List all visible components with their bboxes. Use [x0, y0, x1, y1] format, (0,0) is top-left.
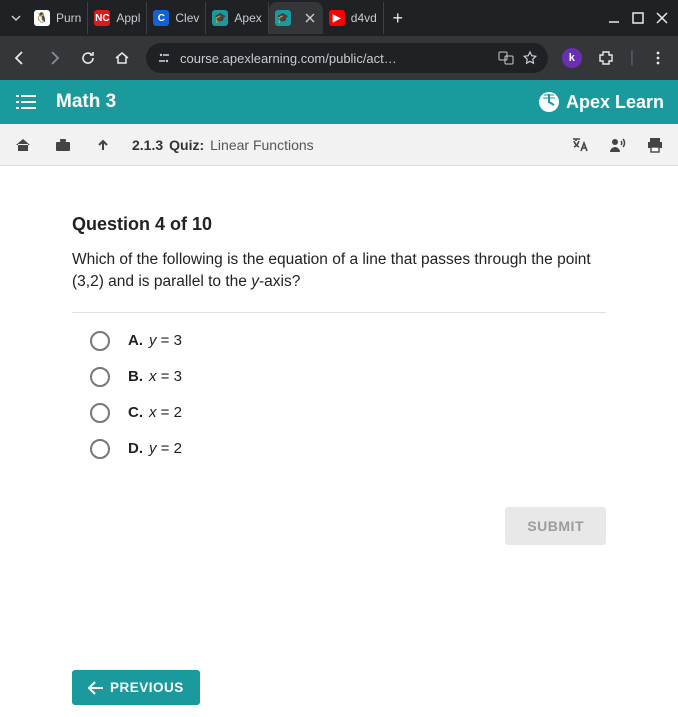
tab-title: Purn: [56, 11, 81, 25]
question-prompt: Which of the following is the equation o…: [72, 249, 606, 294]
course-home-icon[interactable]: [12, 134, 34, 156]
crumb-kind: Quiz:: [169, 137, 204, 153]
crumb-title: Linear Functions: [210, 137, 314, 153]
brand-text: Apex Learn: [566, 92, 664, 113]
back-icon[interactable]: [10, 48, 30, 68]
radio-icon[interactable]: [90, 367, 110, 387]
briefcase-icon[interactable]: [52, 134, 74, 156]
close-icon[interactable]: [303, 11, 317, 25]
extensions-menu-icon[interactable]: [596, 48, 616, 68]
window-close-icon[interactable]: [656, 12, 668, 24]
maximize-icon[interactable]: [632, 12, 644, 24]
tab-title: Apex: [234, 11, 261, 25]
reload-icon[interactable]: [78, 48, 98, 68]
answer-option[interactable]: D. y = 2: [90, 439, 606, 459]
answer-option[interactable]: A. y = 3: [90, 331, 606, 351]
browser-tab[interactable]: NC Appl: [88, 2, 147, 34]
browser-tab[interactable]: 🐧 Purn: [28, 2, 88, 34]
browser-tab-active[interactable]: 🎓: [269, 2, 323, 34]
tab-favicon: ▶: [329, 10, 345, 26]
course-title: Math 3: [56, 91, 116, 113]
tab-search-dropdown[interactable]: [4, 6, 28, 30]
apex-brand: Apex Learn: [538, 91, 664, 113]
up-level-icon[interactable]: [92, 134, 114, 156]
answer-options: A. y = 3 B. x = 3 C. x = 2 D. y = 2: [72, 331, 606, 459]
print-icon[interactable]: [644, 134, 666, 156]
translate-icon[interactable]: [498, 50, 514, 66]
submit-button[interactable]: SUBMIT: [505, 507, 606, 545]
browser-tab[interactable]: C Clev: [147, 2, 206, 34]
arrow-left-icon: [88, 681, 104, 695]
radio-icon[interactable]: [90, 439, 110, 459]
minimize-icon[interactable]: [608, 12, 620, 24]
tab-favicon: NC: [94, 10, 110, 26]
tab-title: Appl: [116, 11, 140, 25]
question-page: Question 4 of 10 Which of the following …: [0, 166, 678, 545]
read-aloud-icon[interactable]: [606, 134, 628, 156]
radio-icon[interactable]: [90, 331, 110, 351]
breadcrumb: 2.1.3 Quiz: Linear Functions: [0, 124, 678, 166]
address-bar[interactable]: course.apexlearning.com/public/act…: [146, 43, 548, 73]
browser-toolbar: course.apexlearning.com/public/act… k |: [0, 36, 678, 80]
radio-icon[interactable]: [90, 403, 110, 423]
kebab-menu-icon[interactable]: [648, 48, 668, 68]
tab-title: Clev: [175, 11, 199, 25]
menu-icon[interactable]: [14, 90, 38, 114]
url-text: course.apexlearning.com/public/act…: [180, 51, 490, 66]
new-tab-button[interactable]: +: [384, 4, 412, 32]
translate-page-icon[interactable]: [568, 134, 590, 156]
home-icon[interactable]: [112, 48, 132, 68]
browser-tab[interactable]: ▶ d4vd: [323, 2, 384, 34]
answer-option[interactable]: C. x = 2: [90, 403, 606, 423]
browser-tab[interactable]: 🎓 Apex: [206, 2, 268, 34]
bookmark-icon[interactable]: [522, 50, 538, 66]
site-settings-icon[interactable]: [156, 50, 172, 66]
tab-favicon: 🐧: [34, 10, 50, 26]
tab-title: d4vd: [351, 11, 377, 25]
divider: [72, 312, 606, 313]
forward-icon[interactable]: [44, 48, 64, 68]
extension-icon[interactable]: k: [562, 48, 582, 68]
apex-logo-icon: [538, 91, 560, 113]
crumb-number: 2.1.3: [132, 137, 163, 153]
tab-favicon: C: [153, 10, 169, 26]
apex-header: Math 3 Apex Learn: [0, 80, 678, 124]
browser-tabstrip: 🐧 Purn NC Appl C Clev 🎓 Apex 🎓 ▶ d4vd +: [0, 0, 678, 36]
previous-button[interactable]: PREVIOUS: [72, 670, 200, 705]
tab-favicon: 🎓: [275, 10, 291, 26]
question-counter: Question 4 of 10: [72, 214, 606, 235]
tab-favicon: 🎓: [212, 10, 228, 26]
answer-option[interactable]: B. x = 3: [90, 367, 606, 387]
